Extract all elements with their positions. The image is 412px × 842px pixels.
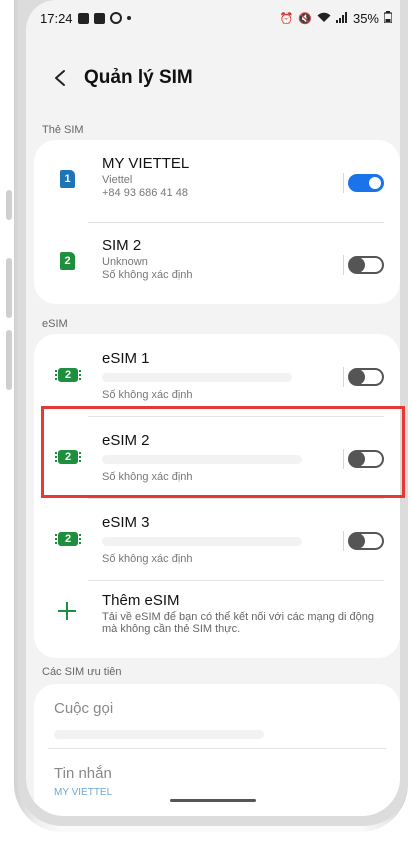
status-left: 17:24 <box>40 11 131 26</box>
sim-1-carrier: Viettel <box>102 174 133 186</box>
battery-icon <box>383 10 393 26</box>
esim-2-icon: 2 <box>55 450 81 464</box>
sim-1-icon: 1 <box>60 170 75 188</box>
esim-1-icon: 2 <box>55 368 81 382</box>
page-header: Quản lý SIM <box>26 58 400 98</box>
esim-1-text: eSIM 1 Số không xác định <box>102 350 292 401</box>
status-time: 17:24 <box>40 10 73 26</box>
sim-row-2[interactable]: 2 SIM 2 Unknown Số không xác định <box>34 222 400 304</box>
sim-1-toggle[interactable] <box>348 174 384 192</box>
esim-row-3[interactable]: 2 eSIM 3 Số không xác định <box>34 498 400 580</box>
esim-3-number: Số không xác định <box>102 553 193 565</box>
stage: 17:24 ⏰ 🔇 35% Quản lý SIM Thẻ SIM 1 MY V… <box>0 0 412 842</box>
esim-2-text: eSIM 2 Số không xác định <box>102 432 302 483</box>
add-esim-text: Thêm eSIM Tải về eSIM để bạn có thể kết … <box>102 592 382 635</box>
add-esim-description: Tải về eSIM để bạn có thể kết nối với cá… <box>102 611 374 635</box>
redacted-line <box>102 537 302 546</box>
phone-screen: 17:24 ⏰ 🔇 35% Quản lý SIM Thẻ SIM 1 MY V… <box>26 0 400 816</box>
preferred-card-group: Cuộc gọi Tin nhắn MY VIETTEL <box>34 684 400 816</box>
toggle-knob <box>349 369 365 385</box>
esim-1-toggle[interactable] <box>348 368 384 386</box>
esim-3-name: eSIM 3 <box>102 514 150 531</box>
wifi-icon <box>317 11 331 26</box>
toggle-knob <box>349 451 365 467</box>
calls-title: Cuộc gọi <box>54 700 114 717</box>
plus-icon <box>58 602 76 620</box>
mail-notification-icon <box>93 12 105 24</box>
divider <box>343 449 344 469</box>
sim-1-text: MY VIETTEL Viettel +84 93 686 41 48 <box>102 155 189 199</box>
divider <box>343 367 344 387</box>
page-title: Quản lý SIM <box>84 67 193 88</box>
sim-row-1[interactable]: 1 MY VIETTEL Viettel +84 93 686 41 48 <box>34 140 400 222</box>
esim-2-name: eSIM 2 <box>102 432 150 449</box>
esim-1-number: Số không xác định <box>102 389 193 401</box>
esim-2-number: Số không xác định <box>102 471 193 483</box>
preferred-calls-row[interactable]: Cuộc gọi <box>34 684 400 748</box>
preferred-messages-row[interactable]: Tin nhắn MY VIETTEL <box>48 748 386 812</box>
side-button <box>6 330 12 390</box>
esim-3-text: eSIM 3 Số không xác định <box>102 514 302 565</box>
whatsapp-notification-icon <box>109 12 122 24</box>
toggle-knob <box>369 177 381 189</box>
sim-2-icon: 2 <box>60 252 75 270</box>
toggle-knob <box>349 533 365 549</box>
sim-1-name: MY VIETTEL <box>102 155 190 172</box>
sim-1-number: +84 93 686 41 48 <box>102 187 188 199</box>
alarm-icon: ⏰ <box>279 12 294 25</box>
side-button <box>6 190 12 220</box>
esim-section-label: eSIM <box>42 318 68 330</box>
sim-2-number: Số không xác định <box>102 269 193 281</box>
esim-1-name: eSIM 1 <box>102 350 150 367</box>
sim-2-name: SIM 2 <box>102 237 142 254</box>
home-indicator[interactable] <box>170 799 256 802</box>
redacted-line <box>54 730 264 739</box>
esim-card-group: 2 eSIM 1 Số không xác định 2 eSIM 2 Số k… <box>34 334 400 658</box>
mute-icon: 🔇 <box>298 12 312 25</box>
preferred-section-label: Các SIM ưu tiên <box>42 666 122 678</box>
phone-frame: 17:24 ⏰ 🔇 35% Quản lý SIM Thẻ SIM 1 MY V… <box>18 0 408 826</box>
sim-2-carrier: Unknown <box>102 256 148 268</box>
esim-2-toggle[interactable] <box>348 450 384 468</box>
battery-text: 35% <box>352 10 379 26</box>
sim-card-group: 1 MY VIETTEL Viettel +84 93 686 41 48 2 … <box>34 140 400 304</box>
side-button <box>6 258 12 318</box>
signal-icon <box>335 11 348 26</box>
redacted-line <box>102 455 302 464</box>
esim-3-toggle[interactable] <box>348 532 384 550</box>
messages-title: Tin nhắn <box>54 765 112 782</box>
messages-value: MY VIETTEL <box>54 787 113 798</box>
status-bar: 17:24 ⏰ 🔇 35% <box>26 0 400 36</box>
divider <box>343 531 344 551</box>
divider <box>343 255 344 275</box>
toggle-knob <box>349 257 365 273</box>
redacted-line <box>102 373 292 382</box>
back-arrow-icon[interactable] <box>46 64 74 92</box>
gallery-notification-icon <box>77 12 89 24</box>
divider <box>343 173 344 193</box>
add-esim-title: Thêm eSIM <box>102 592 180 609</box>
add-esim-row[interactable]: Thêm eSIM Tải về eSIM để bạn có thể kết … <box>34 580 400 658</box>
more-notifications-icon <box>126 16 131 20</box>
sim-2-toggle[interactable] <box>348 256 384 274</box>
esim-row-2[interactable]: 2 eSIM 2 Số không xác định <box>34 416 400 498</box>
esim-row-1[interactable]: 2 eSIM 1 Số không xác định <box>34 334 400 416</box>
sim-section-label: Thẻ SIM <box>42 124 84 136</box>
esim-3-icon: 2 <box>55 532 81 546</box>
sim-2-text: SIM 2 Unknown Số không xác định <box>102 237 193 281</box>
status-right: ⏰ 🔇 35% <box>279 10 393 26</box>
